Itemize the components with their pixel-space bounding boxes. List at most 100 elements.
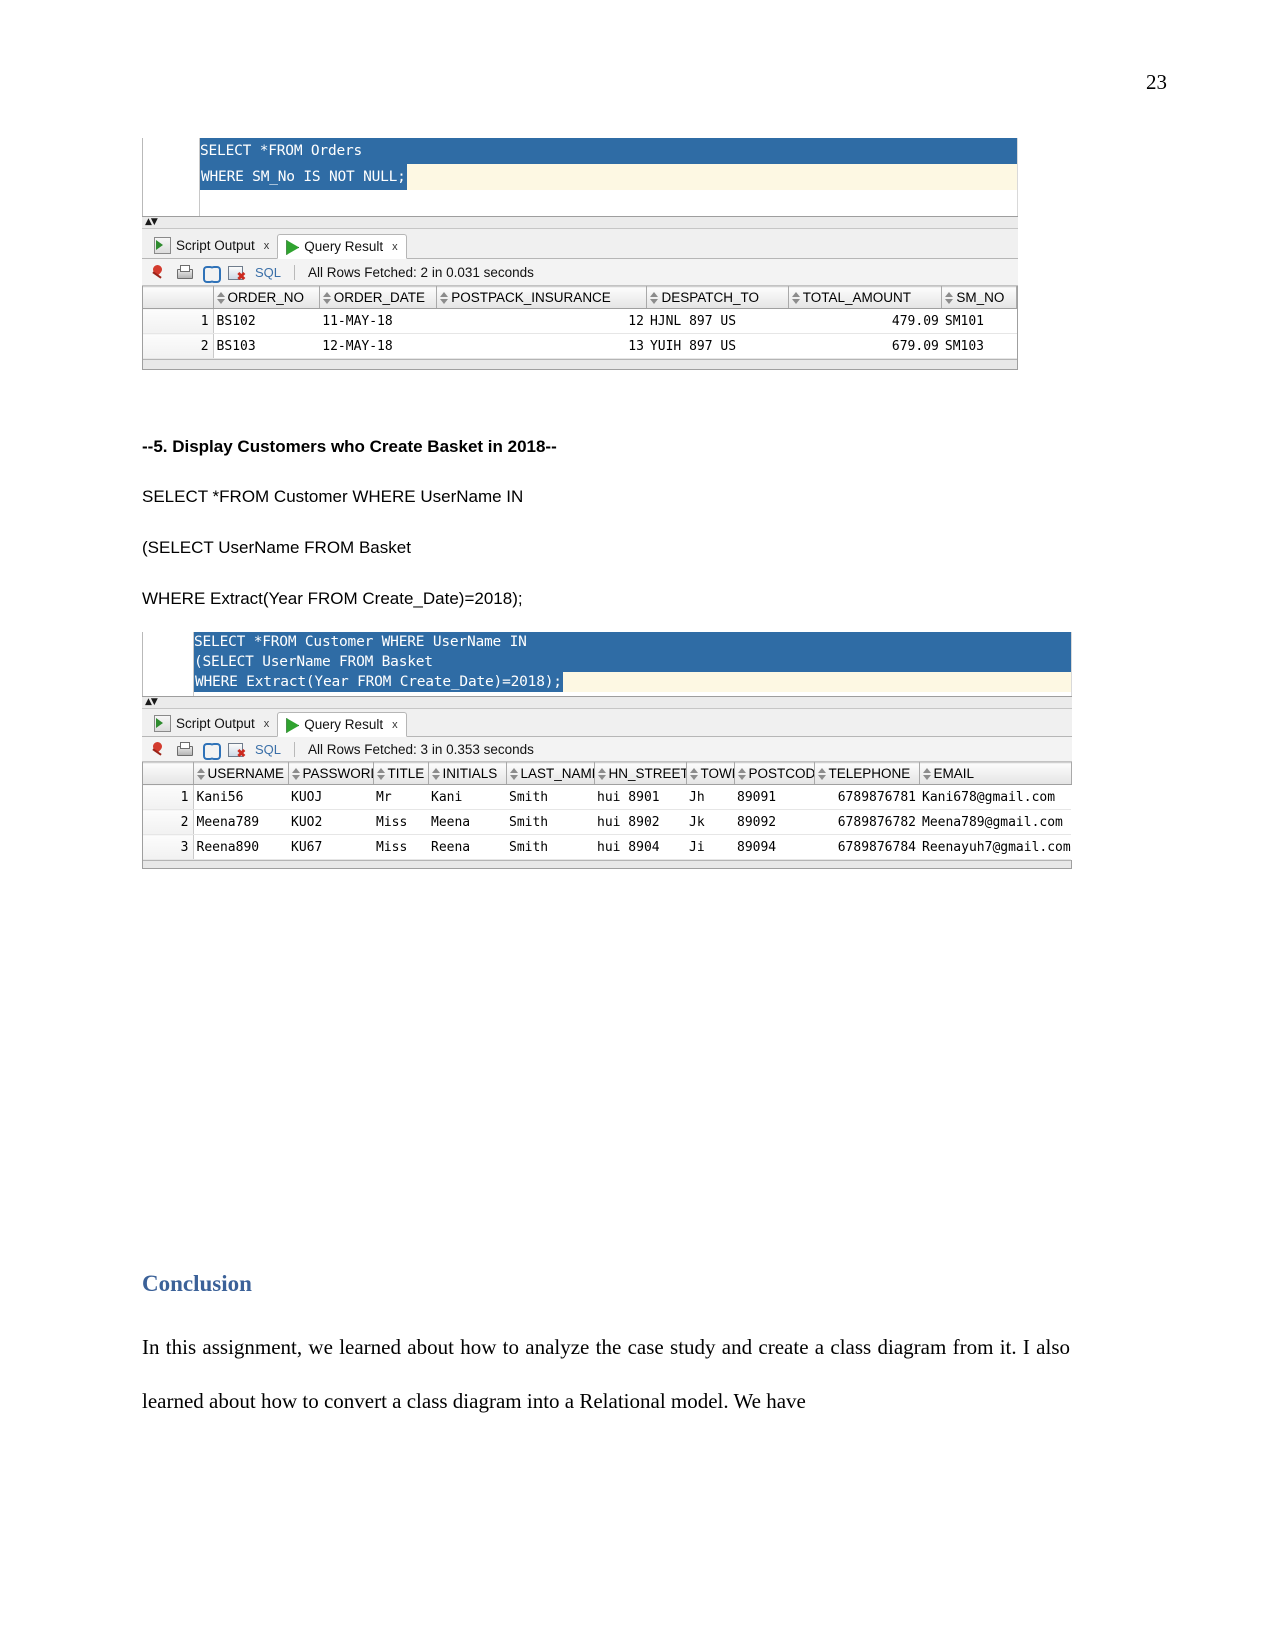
column-header-username[interactable]: USERNAME xyxy=(193,762,289,785)
column-header-initials[interactable]: INITIALS xyxy=(428,762,507,785)
column-header-postcode[interactable]: POSTCODE xyxy=(734,762,815,785)
refresh-icon[interactable] xyxy=(202,741,221,760)
cell-username[interactable]: Reena890 xyxy=(193,834,288,860)
column-header-order-date[interactable]: ORDER_DATE xyxy=(319,286,438,309)
cell-email[interactable]: Meena789@gmail.com xyxy=(919,809,1071,835)
column-header-telephone[interactable]: TELEPHONE xyxy=(814,762,920,785)
table-row[interactable]: 2 Meena789 KUO2 Miss Meena Smith hui 890… xyxy=(143,809,1071,835)
cell-hn-street[interactable]: hui 8904 xyxy=(594,834,686,860)
column-header-despatch-to[interactable]: DESPATCH_TO xyxy=(646,286,789,309)
cell-order-date[interactable]: 11-MAY-18 xyxy=(319,308,437,334)
splitter-arrows-icon[interactable]: ▲▼ xyxy=(145,218,158,227)
cell-total-amount[interactable]: 479.09 xyxy=(788,308,942,334)
tab-script-output[interactable]: Script Output x xyxy=(148,711,277,736)
tab-query-result[interactable]: Query Result x xyxy=(277,712,407,737)
refresh-icon[interactable] xyxy=(202,264,221,283)
cell-password[interactable]: KU67 xyxy=(288,834,373,860)
close-icon[interactable]: x xyxy=(264,240,270,252)
cell-postcode[interactable]: 89094 xyxy=(734,834,814,860)
cell-password[interactable]: KUOJ xyxy=(288,784,373,810)
table-row[interactable]: 3 Reena890 KU67 Miss Reena Smith hui 890… xyxy=(143,834,1071,860)
sort-icon xyxy=(439,292,449,304)
cell-despatch-to[interactable]: YUIH 897 US xyxy=(646,333,789,359)
sort-icon xyxy=(922,768,931,780)
cell-hn-street[interactable]: hui 8901 xyxy=(594,784,686,810)
cell-title[interactable]: Miss xyxy=(373,809,428,835)
cell-postpack-insurance[interactable]: 12 xyxy=(436,308,647,334)
result-tabstrip-2: Script Output x Query Result x xyxy=(142,709,1072,737)
print-icon[interactable] xyxy=(176,741,193,758)
cell-email[interactable]: Reenayuh7@gmail.com xyxy=(919,834,1071,860)
cell-sm-no[interactable]: SM101 xyxy=(941,308,1017,334)
cell-town[interactable]: Jh xyxy=(686,784,734,810)
cell-postcode[interactable]: 89092 xyxy=(734,809,814,835)
close-icon[interactable]: x xyxy=(264,718,270,730)
cell-last-name[interactable]: Smith xyxy=(506,809,594,835)
panel-splitter-1[interactable]: ▲▼ xyxy=(142,216,1018,229)
cell-telephone[interactable]: 6789876782 xyxy=(814,809,919,835)
cell-despatch-to[interactable]: HJNL 897 US xyxy=(646,308,789,334)
cell-order-no[interactable]: BS102 xyxy=(213,308,320,334)
cell-order-no[interactable]: BS103 xyxy=(213,333,320,359)
cell-order-date[interactable]: 12-MAY-18 xyxy=(319,333,437,359)
splitter-arrows-icon[interactable]: ▲▼ xyxy=(145,698,158,707)
cell-hn-street[interactable]: hui 8902 xyxy=(594,809,686,835)
sql-editor-1[interactable]: SELECT *FROM Orders WHERE SM_No IS NOT N… xyxy=(142,138,1018,216)
cell-password[interactable]: KUO2 xyxy=(288,809,373,835)
cell-sm-no[interactable]: SM103 xyxy=(941,333,1017,359)
cell-last-name[interactable]: Smith xyxy=(506,834,594,860)
column-header-sm-no[interactable]: SM_NO xyxy=(941,286,1017,309)
close-icon[interactable]: x xyxy=(392,241,398,253)
script-output-icon xyxy=(154,237,171,254)
result-grid-1: ORDER_NO ORDER_DATE POSTPACK_INSURANCE D… xyxy=(143,286,1017,359)
column-header-order-no[interactable]: ORDER_NO xyxy=(213,286,320,309)
column-header-email[interactable]: EMAIL xyxy=(919,762,1072,785)
cell-telephone[interactable]: 6789876784 xyxy=(814,834,919,860)
sort-icon xyxy=(291,768,300,780)
column-header-title[interactable]: TITLE xyxy=(373,762,429,785)
panel-bottom-edge xyxy=(143,359,1017,369)
column-header-postpack-insurance[interactable]: POSTPACK_INSURANCE xyxy=(436,286,648,309)
table-row[interactable]: 1 BS102 11-MAY-18 12 HJNL 897 US 479.09 … xyxy=(143,308,1017,334)
cell-initials[interactable]: Kani xyxy=(428,784,506,810)
cell-total-amount[interactable]: 679.09 xyxy=(788,333,942,359)
table-row[interactable]: 2 BS103 12-MAY-18 13 YUIH 897 US 679.09 … xyxy=(143,333,1017,359)
column-header-last-name[interactable]: LAST_NAME xyxy=(506,762,595,785)
editor-text-area-2[interactable]: SELECT *FROM Customer WHERE UserName IN … xyxy=(194,632,1071,696)
conclusion-paragraph: In this assignment, we learned about how… xyxy=(142,1335,1070,1413)
cell-telephone[interactable]: 6789876781 xyxy=(814,784,919,810)
unpost-icon[interactable] xyxy=(228,264,246,283)
column-header-password[interactable]: PASSWORD xyxy=(288,762,374,785)
cell-username[interactable]: Meena789 xyxy=(193,809,288,835)
table-row[interactable]: 1 Kani56 KUOJ Mr Kani Smith hui 8901 Jh … xyxy=(143,784,1071,810)
tab-label: Query Result xyxy=(304,239,384,254)
tab-query-result[interactable]: Query Result x xyxy=(277,234,407,259)
pin-icon[interactable] xyxy=(150,264,167,281)
cell-town[interactable]: Jk xyxy=(686,809,734,835)
cell-town[interactable]: Ji xyxy=(686,834,734,860)
cell-username[interactable]: Kani56 xyxy=(193,784,288,810)
column-header-town[interactable]: TOWN xyxy=(686,762,735,785)
cell-postpack-insurance[interactable]: 13 xyxy=(436,333,647,359)
column-header-hn-street[interactable]: HN_STREET xyxy=(594,762,687,785)
print-icon[interactable] xyxy=(176,264,193,281)
cell-title[interactable]: Miss xyxy=(373,834,428,860)
cell-last-name[interactable]: Smith xyxy=(506,784,594,810)
cell-title[interactable]: Mr xyxy=(373,784,428,810)
cell-email[interactable]: Kani678@gmail.com xyxy=(919,784,1071,810)
rownum-header xyxy=(143,286,214,309)
cell-initials[interactable]: Meena xyxy=(428,809,506,835)
panel-splitter-2[interactable]: ▲▼ xyxy=(142,696,1072,709)
sql-editor-2[interactable]: SELECT *FROM Customer WHERE UserName IN … xyxy=(142,632,1072,696)
pin-icon[interactable] xyxy=(150,741,167,758)
unpost-icon[interactable] xyxy=(228,741,246,760)
column-header-total-amount[interactable]: TOTAL_AMOUNT xyxy=(788,286,943,309)
tab-script-output[interactable]: Script Output x xyxy=(148,233,277,258)
cell-initials[interactable]: Reena xyxy=(428,834,506,860)
close-icon[interactable]: x xyxy=(392,719,398,731)
cell-postcode[interactable]: 89091 xyxy=(734,784,814,810)
sql-label[interactable]: SQL xyxy=(255,742,281,757)
editor-text-area-1[interactable]: SELECT *FROM Orders WHERE SM_No IS NOT N… xyxy=(200,138,1017,216)
sql-label[interactable]: SQL xyxy=(255,265,281,280)
play-icon xyxy=(284,717,299,732)
